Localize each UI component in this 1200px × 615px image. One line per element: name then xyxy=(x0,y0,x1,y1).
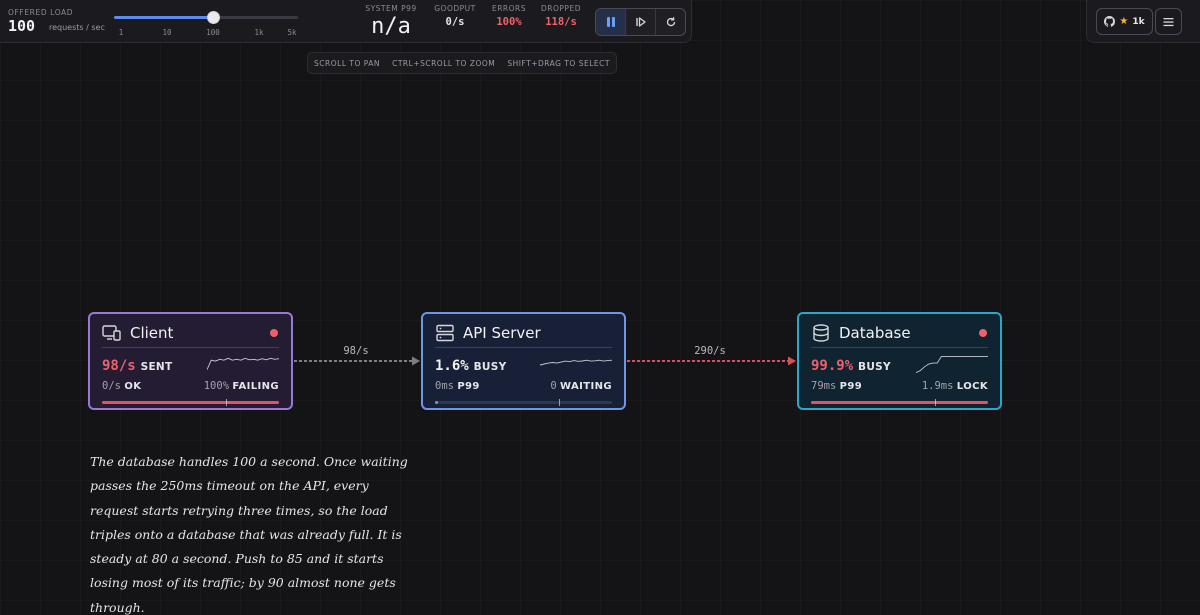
client-load-bar-fill xyxy=(102,401,279,404)
client-divider xyxy=(102,347,279,348)
db-lock: 1.9ms LOCK xyxy=(922,380,988,392)
api-p99: 0ms P99 xyxy=(435,380,480,392)
api-busy-value: 1.6% xyxy=(435,358,469,374)
api-busy-unit: BUSY xyxy=(473,361,507,373)
client-failing-value: 100% xyxy=(203,380,230,392)
scenario-note: The database handles 100 a second. Once … xyxy=(90,454,408,615)
client-sent: 98/s SENT xyxy=(102,358,172,374)
db-sparkline xyxy=(916,355,988,374)
client-sent-value: 98/s xyxy=(102,358,136,374)
db-busy: 99.9% BUSY xyxy=(811,358,891,374)
sparkline-path xyxy=(916,355,988,374)
node-client[interactable]: Client 98/s SENT 0/s OK 100% FAILING xyxy=(88,312,293,410)
client-sent-unit: SENT xyxy=(140,361,173,373)
db-load-bar-fill xyxy=(811,401,988,404)
edge-label-client-api: 98/s xyxy=(343,345,369,357)
client-ok: 0/s OK xyxy=(102,380,141,392)
api-p99-unit: P99 xyxy=(457,381,480,392)
edge-client-to-api[interactable] xyxy=(294,356,420,366)
node-api-server[interactable]: API Server 1.6% BUSY 0ms P99 0 WAITING xyxy=(421,312,626,410)
client-load-bar-marker xyxy=(226,399,227,406)
api-title: API Server xyxy=(463,324,541,342)
client-title: Client xyxy=(130,324,174,342)
node-database[interactable]: Database 99.9% BUSY 79ms P99 1.9ms LOCK xyxy=(797,312,1002,410)
monitor-icon xyxy=(102,325,121,341)
db-busy-value: 99.9% xyxy=(811,358,854,374)
client-failing: 100% FAILING xyxy=(204,380,279,392)
api-p99-value: 0ms xyxy=(435,380,454,392)
db-p99-value: 79ms xyxy=(811,380,837,392)
server-icon xyxy=(436,324,454,342)
api-waiting-unit: WAITING xyxy=(560,381,612,392)
client-status-dot xyxy=(270,329,278,337)
db-load-bar xyxy=(811,399,988,406)
db-lock-value: 1.9ms xyxy=(921,380,954,392)
api-sparkline xyxy=(540,359,612,366)
api-load-bar-marker xyxy=(559,399,560,406)
api-waiting: 0 WAITING xyxy=(550,380,612,392)
db-load-bar-marker xyxy=(935,399,936,406)
sparkline-path xyxy=(207,357,279,370)
db-p99: 79ms P99 xyxy=(811,380,862,392)
client-ok-value: 0/s xyxy=(102,380,121,392)
api-load-bar-fill xyxy=(435,401,438,404)
db-divider xyxy=(811,347,988,348)
sparkline-path xyxy=(540,359,612,366)
db-status-dot xyxy=(979,329,987,337)
api-divider xyxy=(435,347,612,348)
db-lock-unit: LOCK xyxy=(956,381,988,392)
client-load-bar xyxy=(102,399,279,406)
edge-label-api-db: 290/s xyxy=(694,345,726,357)
db-p99-unit: P99 xyxy=(839,381,863,392)
db-busy-unit: BUSY xyxy=(858,361,891,373)
client-sparkline xyxy=(207,357,279,370)
database-icon xyxy=(813,324,829,342)
api-busy: 1.6% BUSY xyxy=(435,358,507,374)
db-title: Database xyxy=(839,324,911,342)
api-waiting-value: 0 xyxy=(550,380,557,392)
client-ok-unit: OK xyxy=(124,381,142,392)
client-failing-unit: FAILING xyxy=(232,381,279,392)
edge-api-to-db[interactable] xyxy=(627,356,796,366)
api-load-bar xyxy=(435,399,612,406)
